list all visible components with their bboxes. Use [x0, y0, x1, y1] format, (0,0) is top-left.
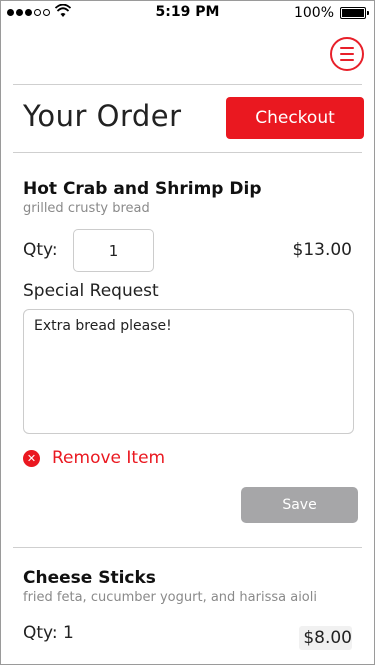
- item-description: grilled crusty bread: [23, 201, 150, 216]
- remove-icon: ✕: [23, 449, 40, 467]
- hamburger-icon: [340, 47, 354, 49]
- save-button[interactable]: Save: [241, 487, 358, 523]
- status-bar: 5:19 PM 100%: [1, 1, 374, 25]
- divider: [13, 547, 362, 548]
- remove-item-label: Remove Item: [52, 448, 166, 468]
- item-name: Hot Crab and Shrimp Dip: [23, 179, 262, 199]
- quantity-input[interactable]: [73, 229, 154, 272]
- item-price: $8.00: [299, 626, 352, 650]
- divider: [13, 152, 362, 153]
- qty-label: Qty:: [23, 240, 58, 260]
- remove-item-button[interactable]: ✕ Remove Item: [23, 448, 165, 468]
- qty-label: Qty: 1: [23, 623, 74, 643]
- divider: [13, 84, 362, 85]
- special-request-label: Special Request: [23, 281, 159, 301]
- battery-icon: [340, 7, 369, 19]
- menu-button[interactable]: [330, 37, 364, 71]
- item-description: fried feta, cucumber yogurt, and harissa…: [23, 590, 317, 605]
- battery-percentage: 100%: [293, 5, 334, 21]
- item-price: $13.00: [292, 240, 352, 260]
- special-request-input[interactable]: Extra bread please!: [23, 309, 354, 434]
- app-screen: 5:19 PM 100% Your Order Checkout Hot Cra…: [0, 0, 375, 665]
- item-name: Cheese Sticks: [23, 568, 156, 588]
- checkout-button[interactable]: Checkout: [226, 97, 364, 139]
- page-title: Your Order: [23, 99, 182, 133]
